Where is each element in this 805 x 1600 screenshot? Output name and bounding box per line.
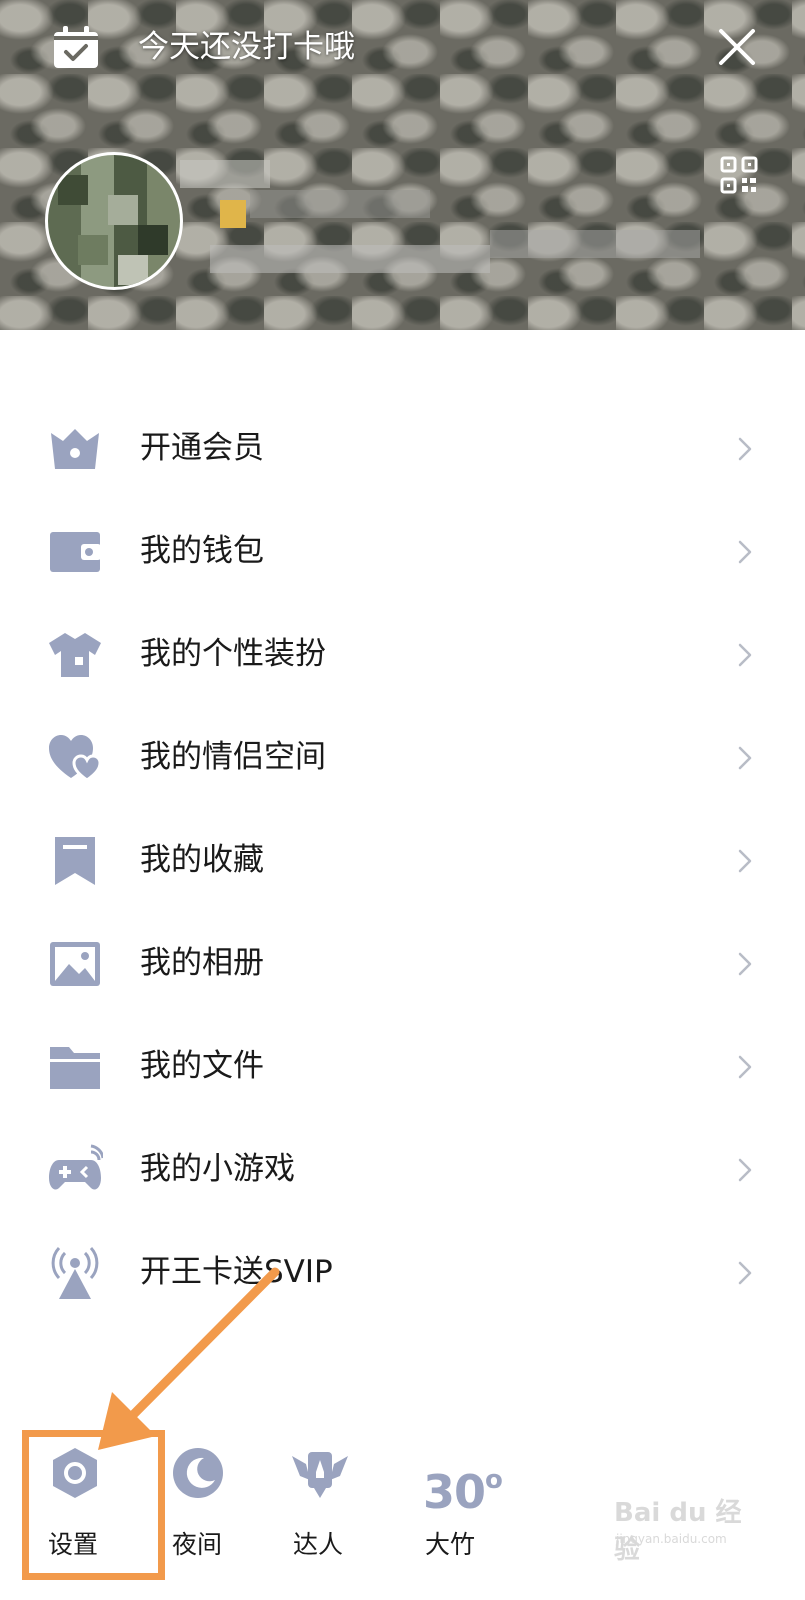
menu-item-files[interactable]: 我的文件 <box>0 1015 805 1118</box>
signal-tower-icon <box>51 1246 99 1299</box>
bookmark-icon <box>55 837 95 885</box>
menu-item-label: 开王卡送SVIP <box>140 1254 333 1290</box>
menu-item-vip[interactable]: 开通会员 <box>0 397 805 500</box>
menu-item-mini-games[interactable]: 我的小游戏 <box>0 1118 805 1221</box>
weather-temperature[interactable]: 30o <box>423 1450 503 1522</box>
drawer-menu: 开通会员 我的钱包 我的个性装扮 我的情侣空间 我的收藏 我的相册 我的文件 我… <box>0 397 805 1324</box>
menu-item-label: 我的收藏 <box>140 842 264 878</box>
menu-item-label: 我的情侣空间 <box>140 739 326 775</box>
menu-item-wallet[interactable]: 我的钱包 <box>0 500 805 603</box>
moon-icon <box>173 1448 223 1498</box>
menu-item-favorites[interactable]: 我的收藏 <box>0 809 805 912</box>
winged-badge-icon <box>292 1452 348 1498</box>
checkin-reminder-text[interactable]: 今天还没打卡哦 <box>138 24 355 70</box>
menu-item-couple-space[interactable]: 我的情侣空间 <box>0 706 805 809</box>
menu-item-label: 我的文件 <box>140 1048 264 1084</box>
watermark-url: jingyan.baidu.com <box>616 1532 727 1546</box>
chevron-right-icon <box>738 540 752 564</box>
baidu-jingyan-watermark: Bai du 经验 jingyan.baidu.com <box>614 1492 764 1565</box>
profile-header: 今天还没打卡哦 <box>0 0 805 330</box>
folder-icon <box>50 1047 100 1089</box>
daren-button[interactable]: 达人 <box>288 1438 408 1568</box>
weather-location-label[interactable]: 大竹 <box>425 1528 475 1562</box>
menu-item-label: 我的个性装扮 <box>140 636 326 672</box>
daren-label: 达人 <box>293 1530 344 1559</box>
chevron-right-icon <box>738 1158 752 1182</box>
blurred-profile-info[interactable] <box>160 150 720 290</box>
menu-item-label: 我的小游戏 <box>140 1151 295 1187</box>
shirt-icon <box>49 633 101 677</box>
watermark-brand: Bai du 经验 <box>614 1498 742 1565</box>
close-icon[interactable] <box>718 28 756 66</box>
menu-item-album[interactable]: 我的相册 <box>0 912 805 1015</box>
calendar-check-icon[interactable] <box>52 26 100 70</box>
chevron-right-icon <box>738 1261 752 1285</box>
menu-item-label: 开通会员 <box>140 430 264 466</box>
wallet-icon <box>50 532 101 572</box>
hearts-icon <box>49 735 102 782</box>
chevron-right-icon <box>738 1055 752 1079</box>
tutorial-highlight-box <box>22 1430 165 1580</box>
menu-item-label: 我的相册 <box>140 945 264 981</box>
qr-code-icon[interactable] <box>720 156 758 194</box>
chevron-right-icon <box>738 643 752 667</box>
chevron-right-icon <box>738 746 752 770</box>
chevron-right-icon <box>738 849 752 873</box>
degree-symbol: o <box>485 1465 503 1495</box>
menu-item-theme[interactable]: 我的个性装扮 <box>0 603 805 706</box>
chevron-right-icon <box>738 952 752 976</box>
chevron-right-icon <box>738 437 752 461</box>
gamepad-icon <box>49 1144 103 1190</box>
weather-temp-value: 30 <box>423 1465 486 1519</box>
crown-icon <box>51 429 99 469</box>
picture-icon <box>50 942 100 986</box>
night-mode-button[interactable]: 夜间 <box>168 1438 288 1568</box>
menu-item-king-card-svip[interactable]: 开王卡送SVIP <box>0 1221 805 1324</box>
night-mode-label: 夜间 <box>172 1530 223 1559</box>
menu-item-label: 我的钱包 <box>140 533 264 569</box>
